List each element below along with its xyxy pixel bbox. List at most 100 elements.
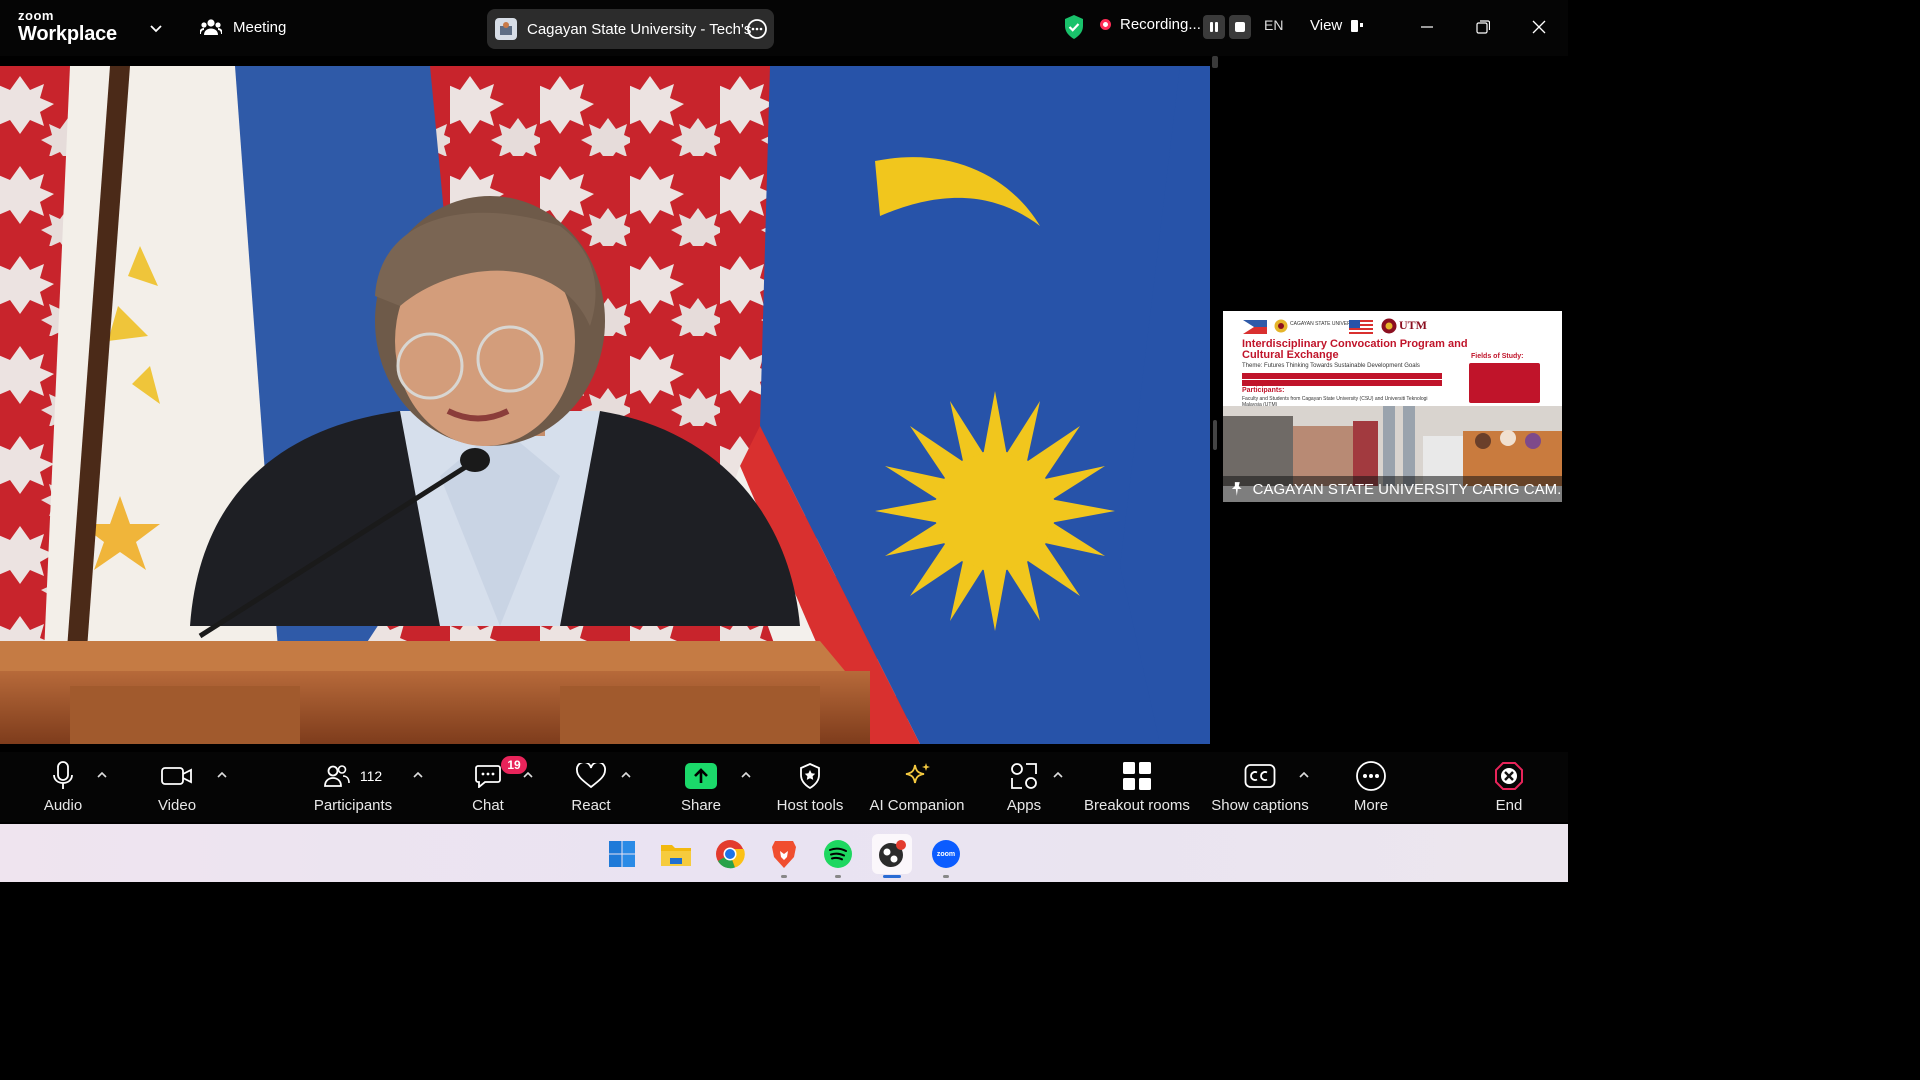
poster-participants-heading: Participants: <box>1242 387 1285 394</box>
apps-button[interactable]: Apps <box>1002 760 1046 814</box>
host-tools-label: Host tools <box>776 797 844 814</box>
video-label: Video <box>157 797 197 814</box>
language-button[interactable]: EN <box>1264 17 1283 33</box>
title-bar: zoom Workplace Meeting Cagayan State Uni… <box>0 0 1568 56</box>
end-x-icon <box>1495 762 1523 790</box>
zoom-taskbar-button[interactable]: zoom <box>926 834 966 878</box>
recording-controls <box>1203 15 1251 39</box>
logo-zoom-text: zoom <box>18 8 54 23</box>
pause-recording-button[interactable] <box>1203 15 1225 39</box>
ai-companion-button[interactable]: AI Companion <box>866 760 968 814</box>
minimize-button[interactable] <box>1412 14 1442 40</box>
philippine-flag-icon <box>1243 320 1267 334</box>
audio-options-caret-icon[interactable] <box>96 770 108 780</box>
more-button[interactable]: More <box>1348 760 1394 814</box>
video-options-caret-icon[interactable] <box>216 770 228 780</box>
share-screen-icon <box>685 763 717 789</box>
poster-date-bar <box>1242 380 1442 386</box>
chrome-taskbar-button[interactable] <box>710 834 750 874</box>
meeting-menu[interactable]: Meeting <box>200 17 286 37</box>
zoom-workplace-logo: zoom Workplace <box>18 9 117 46</box>
chrome-icon <box>716 840 745 869</box>
obs-recording-icon <box>879 840 906 867</box>
host-shield-icon <box>800 763 820 790</box>
end-meeting-button[interactable]: End <box>1486 760 1532 814</box>
host-tools-button[interactable]: Host tools <box>772 760 848 814</box>
show-captions-label: Show captions <box>1211 797 1309 814</box>
poster-utm-text: UTM <box>1399 318 1427 332</box>
security-shield-icon[interactable] <box>1063 14 1085 40</box>
chat-options-caret-icon[interactable] <box>522 770 534 780</box>
meeting-controls-toolbar: Audio Video 112 Participants 19 Chat Rea… <box>0 752 1568 822</box>
chevron-down-icon[interactable] <box>148 20 164 36</box>
active-speaker-video[interactable] <box>0 66 1210 744</box>
windows-taskbar: zoom <box>0 824 1568 882</box>
windows-logo-icon <box>609 841 635 867</box>
show-captions-button[interactable]: Show captions <box>1210 760 1310 814</box>
participants-options-caret-icon[interactable] <box>412 770 424 780</box>
share-button[interactable]: Share <box>678 760 724 814</box>
ai-sparkle-icon <box>905 763 930 784</box>
video-button[interactable]: Video <box>154 760 200 814</box>
participants-label: Participants <box>313 797 393 814</box>
csu-seal-icon <box>1274 319 1288 333</box>
captions-options-caret-icon[interactable] <box>1298 770 1310 780</box>
folder-icon <box>661 845 691 866</box>
recording-dot-icon <box>1100 19 1111 30</box>
microphone-icon <box>53 761 73 789</box>
recording-label: Recording... <box>1120 16 1201 33</box>
zoom-app-icon-text: zoom <box>936 850 956 858</box>
splitter-handle[interactable] <box>1213 420 1217 450</box>
minimize-icon <box>1421 26 1433 28</box>
participants-button[interactable]: 112 Participants <box>312 760 394 814</box>
view-button[interactable]: View <box>1310 17 1364 34</box>
chat-button[interactable]: 19 Chat <box>466 756 527 814</box>
more-options-icon[interactable] <box>746 18 768 40</box>
close-button[interactable] <box>1524 14 1554 40</box>
breakout-rooms-icon <box>1123 762 1151 790</box>
meeting-label: Meeting <box>233 18 287 36</box>
file-explorer-taskbar-button[interactable] <box>656 834 696 874</box>
speaker-video-frame <box>0 66 1210 744</box>
apps-grid-icon <box>1011 763 1037 789</box>
breakout-rooms-label: Breakout rooms <box>1084 797 1190 814</box>
meeting-people-icon <box>200 19 222 35</box>
close-icon <box>1532 20 1546 34</box>
participant-name-bar: CAGAYAN STATE UNIVERSITY CARIG CAM... <box>1223 476 1562 502</box>
participants-count: 112 <box>359 768 383 784</box>
video-camera-icon <box>161 767 192 785</box>
start-button[interactable] <box>602 834 642 874</box>
more-label: More <box>1353 797 1389 814</box>
react-options-caret-icon[interactable] <box>620 770 632 780</box>
poster-photo-collage <box>1223 406 1562 486</box>
apps-options-caret-icon[interactable] <box>1052 770 1064 780</box>
more-dots-icon <box>1356 761 1386 791</box>
stop-recording-button[interactable] <box>1229 15 1251 39</box>
participant-name: CAGAYAN STATE UNIVERSITY CARIG CAM... <box>1252 480 1562 498</box>
share-options-caret-icon[interactable] <box>740 770 752 780</box>
restore-button[interactable] <box>1468 14 1498 40</box>
ai-companion-label: AI Companion <box>869 797 965 814</box>
end-label: End <box>1495 797 1523 814</box>
participants-icon <box>323 765 350 787</box>
running-indicator <box>781 875 787 878</box>
obs-taskbar-button[interactable] <box>872 834 912 878</box>
react-button[interactable]: React <box>568 760 614 814</box>
participant-thumbnail[interactable]: CAGAYAN STATE UNIVERSITY UTM Interdiscip… <box>1223 311 1562 502</box>
brave-taskbar-button[interactable] <box>764 834 804 878</box>
meeting-title: Cagayan State University - Tech's <box>527 20 752 38</box>
recording-indicator: Recording... <box>1100 16 1201 33</box>
pause-icon <box>1210 22 1218 32</box>
view-layout-icon <box>1351 19 1364 32</box>
meeting-title-pill[interactable]: Cagayan State University - Tech's <box>487 9 774 49</box>
chat-label: Chat <box>472 797 504 814</box>
running-indicator <box>835 875 841 878</box>
restore-icon <box>1476 20 1490 34</box>
panel-scroll-handle[interactable] <box>1212 56 1218 68</box>
spotify-icon <box>824 840 852 868</box>
breakout-rooms-button[interactable]: Breakout rooms <box>1082 760 1192 814</box>
brave-lion-icon <box>772 841 796 868</box>
chat-bubble-icon <box>475 765 501 788</box>
spotify-taskbar-button[interactable] <box>818 834 858 878</box>
audio-button[interactable]: Audio <box>40 760 86 814</box>
